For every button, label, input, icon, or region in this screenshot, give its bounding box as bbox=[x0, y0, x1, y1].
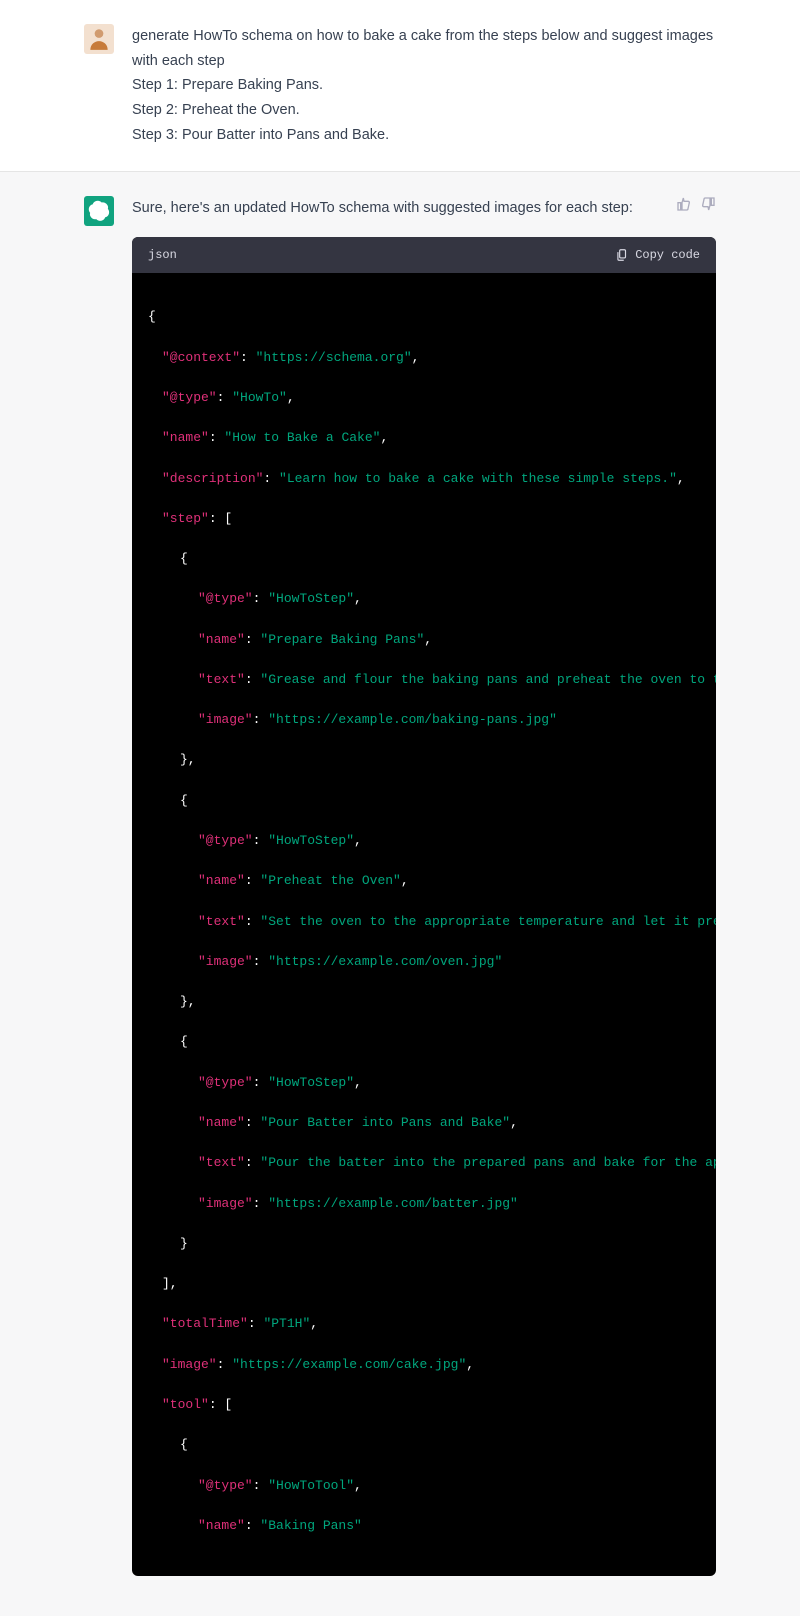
clipboard-icon bbox=[615, 248, 629, 262]
assistant-intro-text: Sure, here's an updated HowTo schema wit… bbox=[132, 196, 716, 221]
user-message-text: generate HowTo schema on how to bake a c… bbox=[132, 24, 716, 147]
code-header: json Copy code bbox=[132, 237, 716, 273]
copy-code-label: Copy code bbox=[635, 245, 700, 265]
text-line: Step 1: Prepare Baking Pans. bbox=[132, 73, 716, 98]
code-content[interactable]: { "@context": "https://schema.org", "@ty… bbox=[132, 273, 716, 1576]
code-language-label: json bbox=[148, 245, 177, 265]
text-line: generate HowTo schema on how to bake a c… bbox=[132, 24, 716, 49]
copy-code-button[interactable]: Copy code bbox=[615, 245, 700, 265]
thumbs-down-icon[interactable] bbox=[700, 196, 716, 217]
text-line: Step 3: Pour Batter into Pans and Bake. bbox=[132, 123, 716, 148]
assistant-avatar-icon bbox=[84, 196, 114, 226]
assistant-message: Sure, here's an updated HowTo schema wit… bbox=[0, 172, 800, 1616]
code-block: json Copy code { "@context": "https://sc… bbox=[132, 237, 716, 1576]
user-avatar-icon bbox=[84, 24, 114, 54]
text-line: with each step bbox=[132, 49, 716, 74]
thumbs-up-icon[interactable] bbox=[676, 196, 692, 217]
feedback-buttons bbox=[676, 196, 716, 217]
text-line: Step 2: Preheat the Oven. bbox=[132, 98, 716, 123]
user-message: generate HowTo schema on how to bake a c… bbox=[0, 0, 800, 172]
